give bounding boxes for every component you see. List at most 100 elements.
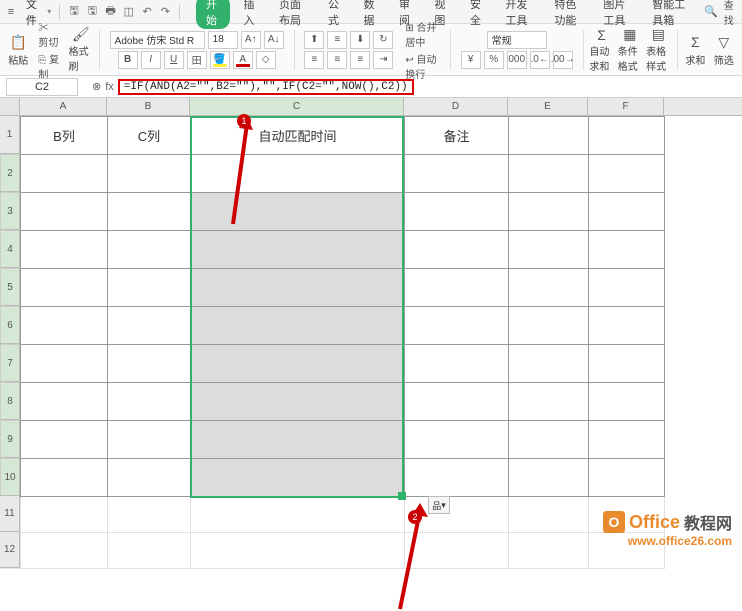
col-header-a[interactable]: A (20, 98, 107, 115)
italic-button[interactable]: I (141, 51, 161, 69)
tab-security[interactable]: 安全 (462, 0, 491, 28)
cell-d1[interactable]: 备注 (405, 117, 509, 155)
col-header-f[interactable]: F (588, 98, 664, 115)
cell-e1[interactable] (509, 117, 589, 155)
table-style-button[interactable]: ▤表格样式 (646, 28, 670, 72)
clear-format-button[interactable]: ◇ (256, 51, 276, 69)
redo-icon[interactable]: ↷ (159, 3, 171, 21)
copy-button[interactable]: ⎘ 复制 (38, 51, 60, 81)
filter-button[interactable]: ▽筛选 (712, 28, 736, 72)
cell-f1[interactable] (589, 117, 665, 155)
comma-button[interactable]: 000 (507, 51, 527, 69)
wrap-button[interactable]: ↩ 自动换行 (405, 51, 440, 81)
col-header-b[interactable]: B (107, 98, 190, 115)
percent-button[interactable]: % (484, 51, 504, 69)
watermark-brand: Office (629, 512, 680, 533)
align-group: ⬆ ≡ ⬇ ↻ ≡ ≡ ≡ ⇥ (300, 26, 397, 73)
indent-button[interactable]: ⇥ (373, 51, 393, 69)
fill-color-button[interactable]: 🪣 (210, 51, 230, 69)
align-center-button[interactable]: ≡ (327, 51, 347, 69)
print-icon[interactable]: 🖶 (104, 3, 116, 21)
row-header-10[interactable]: 10 (0, 458, 20, 496)
cell-a1[interactable]: B列 (21, 117, 108, 155)
select-all-corner[interactable] (0, 98, 20, 115)
cut-button[interactable]: ✂ 剪切 (38, 19, 60, 49)
dec-decimal-button[interactable]: .00→ (553, 51, 573, 69)
row-header-7[interactable]: 7 (0, 344, 20, 382)
tab-dev[interactable]: 开发工具 (497, 0, 540, 28)
orientation-button[interactable]: ↻ (373, 31, 393, 49)
font-color-button[interactable]: A (233, 51, 253, 69)
decrease-font-button[interactable]: A↓ (264, 31, 284, 49)
align-left-button[interactable]: ≡ (304, 51, 324, 69)
separator (677, 30, 678, 70)
merge-button[interactable]: ⊞ 合并居中 (405, 19, 440, 49)
col-header-c[interactable]: C (190, 98, 404, 115)
align-right-button[interactable]: ≡ (350, 51, 370, 69)
currency-button[interactable]: ¥ (461, 51, 481, 69)
table-row (21, 345, 665, 383)
sum-button[interactable]: Σ求和 (683, 28, 707, 72)
tab-formula[interactable]: 公式 (320, 0, 349, 28)
row-header-9[interactable]: 9 (0, 420, 20, 458)
number-format-select[interactable]: 常规 (487, 31, 547, 49)
autosum-button[interactable]: Σ自动求和 (589, 28, 613, 72)
row-header-6[interactable]: 6 (0, 306, 20, 344)
tab-smart[interactable]: 智能工具箱 (644, 0, 694, 28)
paste-button[interactable]: 📋 粘贴 (6, 28, 30, 72)
fill-handle[interactable] (398, 492, 406, 500)
save-icon[interactable]: 🖫 (68, 3, 80, 21)
cancel-icon[interactable]: ⊗ (92, 80, 101, 93)
cell-c2[interactable] (191, 155, 405, 193)
tab-special[interactable]: 特色功能 (546, 0, 589, 28)
underline-button[interactable]: U (164, 51, 184, 69)
col-header-e[interactable]: E (508, 98, 588, 115)
row-header-8[interactable]: 8 (0, 382, 20, 420)
separator (583, 30, 584, 70)
row-header-2[interactable]: 2 (0, 154, 20, 192)
format-painter-button[interactable]: 🖌 格式刷 (69, 28, 93, 72)
cell[interactable] (21, 155, 108, 193)
align-middle-button[interactable]: ≡ (327, 31, 347, 49)
tab-layout[interactable]: 页面布局 (271, 0, 314, 28)
align-top-button[interactable]: ⬆ (304, 31, 324, 49)
row-header-5[interactable]: 5 (0, 268, 20, 306)
tab-pic[interactable]: 图片工具 (595, 0, 638, 28)
tab-insert[interactable]: 插入 (236, 0, 265, 28)
cond-format-button[interactable]: ▦条件格式 (618, 28, 642, 72)
bold-button[interactable]: B (118, 51, 138, 69)
cell[interactable] (108, 155, 191, 193)
tab-home[interactable]: 开始 (196, 0, 229, 29)
table-row (21, 383, 665, 421)
align-bottom-button[interactable]: ⬇ (350, 31, 370, 49)
column-headers: A B C D E F (0, 98, 742, 116)
font-name-select[interactable]: Adobe 仿宋 Std R (110, 31, 205, 49)
border-button[interactable]: 田 (187, 51, 207, 69)
brush-icon: 🖌 (71, 26, 91, 43)
app-menu-icon[interactable]: ≡ (6, 4, 16, 20)
search-icon[interactable]: 🔍 (704, 3, 718, 21)
font-size-select[interactable]: 18 (208, 31, 238, 49)
fx-label[interactable]: fx (105, 81, 114, 93)
chevron-down-icon[interactable]: ▾ (47, 7, 51, 16)
name-box[interactable]: C2 (6, 78, 78, 96)
row-header-4[interactable]: 4 (0, 230, 20, 268)
autofill-options-button[interactable]: 品▾ (428, 496, 450, 514)
undo-icon[interactable]: ↶ (141, 3, 153, 21)
cell-c1[interactable]: 自动匹配时间 (191, 117, 405, 155)
search-label[interactable]: 查找 (724, 0, 736, 27)
row-header-12[interactable]: 12 (0, 532, 20, 568)
row-header-11[interactable]: 11 (0, 496, 20, 532)
col-header-d[interactable]: D (404, 98, 508, 115)
row-header-3[interactable]: 3 (0, 192, 20, 230)
cell[interactable] (405, 155, 509, 193)
save-as-icon[interactable]: 🖫 (86, 3, 98, 21)
inc-decimal-button[interactable]: .0← (530, 51, 550, 69)
increase-font-button[interactable]: A↑ (241, 31, 261, 49)
print-preview-icon[interactable]: ◫ (123, 3, 135, 21)
cell-b1[interactable]: C列 (108, 117, 191, 155)
row-header-1[interactable]: 1 (0, 116, 20, 154)
tab-data[interactable]: 数据 (355, 0, 384, 28)
formula-input[interactable]: =IF(AND(A2="",B2=""),"",IF(C2="",NOW(),C… (118, 79, 414, 95)
cells-area[interactable]: B列 C列 自动匹配时间 备注 (20, 116, 665, 569)
